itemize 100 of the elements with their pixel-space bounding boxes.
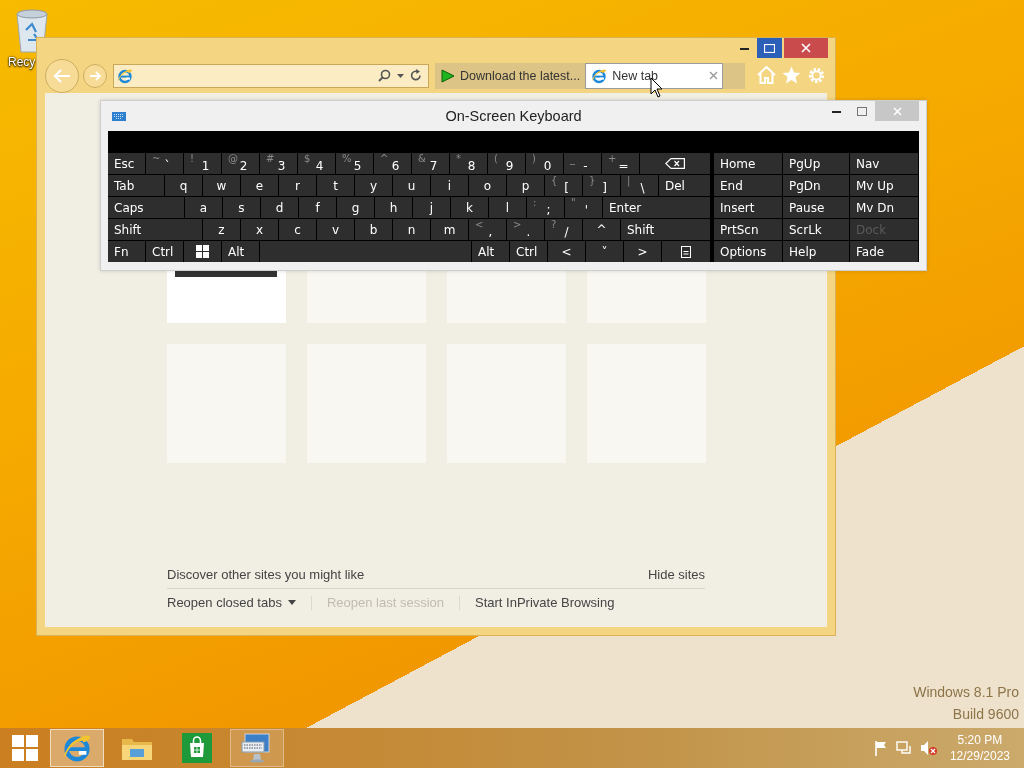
menu-key[interactable] — [662, 241, 710, 262]
key[interactable]: End — [714, 175, 782, 196]
key[interactable]: x — [241, 219, 278, 240]
key[interactable]: m — [431, 219, 468, 240]
back-button[interactable] — [45, 58, 79, 93]
key[interactable]: # 3 — [260, 153, 297, 174]
key[interactable]: > — [624, 241, 661, 262]
key[interactable]: p — [507, 175, 544, 196]
key[interactable]: u — [393, 175, 430, 196]
flag-icon[interactable] — [873, 740, 888, 756]
key[interactable]: t — [317, 175, 354, 196]
key[interactable]: < — [548, 241, 585, 262]
key[interactable]: & 7 — [412, 153, 449, 174]
page-link[interactable]: Start InPrivate Browsing — [475, 595, 615, 610]
taskbar-button[interactable] — [230, 729, 284, 767]
key[interactable]: y — [355, 175, 392, 196]
key[interactable]: j — [413, 197, 450, 218]
key[interactable]: w — [203, 175, 240, 196]
key[interactable]: s — [223, 197, 260, 218]
key[interactable]: < , — [469, 219, 506, 240]
key[interactable]: > . — [507, 219, 544, 240]
key[interactable]: * 8 — [450, 153, 487, 174]
key[interactable]: Nav — [850, 153, 918, 174]
key[interactable]: @2 — [222, 153, 259, 174]
hide-sites-link[interactable]: Hide sites — [647, 567, 705, 582]
search-icon[interactable] — [378, 69, 391, 82]
key[interactable]: ! 1 — [184, 153, 221, 174]
close-button[interactable] — [784, 38, 828, 58]
forward-button[interactable] — [83, 63, 107, 88]
browser-tab[interactable]: New tab — [585, 62, 724, 89]
home-icon[interactable] — [757, 66, 776, 84]
key[interactable]: Fade — [850, 241, 918, 262]
caret-icon[interactable] — [397, 73, 404, 78]
key[interactable]: Options — [714, 241, 782, 262]
key[interactable]: Help — [783, 241, 849, 262]
key[interactable]: _ - — [564, 153, 601, 174]
key[interactable]: % 5 — [336, 153, 373, 174]
key[interactable]: f — [299, 197, 336, 218]
key[interactable]: ScrLk — [783, 219, 849, 240]
key[interactable]: k — [451, 197, 488, 218]
key[interactable]: Alt — [472, 241, 509, 262]
page-link[interactable]: Reopen closed tabs — [167, 595, 296, 610]
key[interactable]: Mv Dn — [850, 197, 918, 218]
key[interactable]: l — [489, 197, 526, 218]
key[interactable]: PgDn — [783, 175, 849, 196]
key[interactable]: ˅ — [586, 241, 623, 262]
key[interactable]: + = — [602, 153, 639, 174]
key[interactable]: " ' — [565, 197, 602, 218]
key[interactable]: Ctrl — [146, 241, 183, 262]
key[interactable]: } ] — [583, 175, 620, 196]
taskbar-button[interactable] — [50, 729, 104, 767]
key[interactable]: | \ — [621, 175, 658, 196]
browser-tab[interactable]: Download the latest... — [435, 62, 586, 89]
key[interactable]: g — [337, 197, 374, 218]
key[interactable]: Fn — [108, 241, 145, 262]
key[interactable]: h — [375, 197, 412, 218]
network-icon[interactable] — [895, 740, 912, 756]
key[interactable]: Caps — [108, 197, 184, 218]
key[interactable]: Enter — [603, 197, 710, 218]
key[interactable]: z — [203, 219, 240, 240]
muted-speaker-icon[interactable] — [919, 740, 938, 756]
key[interactable]: Tab — [108, 175, 164, 196]
key[interactable]: b — [355, 219, 392, 240]
key[interactable]: n — [393, 219, 430, 240]
key[interactable]: v — [317, 219, 354, 240]
key[interactable]: Pause — [783, 197, 849, 218]
backspace-key[interactable] — [640, 153, 710, 174]
key[interactable]: q — [165, 175, 202, 196]
key[interactable]: ) 0 — [526, 153, 563, 174]
key[interactable]: ^ — [583, 219, 620, 240]
key[interactable]: a — [185, 197, 222, 218]
key[interactable]: ( 9 — [488, 153, 525, 174]
key[interactable]: PgUp — [783, 153, 849, 174]
key[interactable]: d — [261, 197, 298, 218]
key[interactable]: : ; — [527, 197, 564, 218]
maximize-button[interactable] — [757, 38, 782, 58]
key[interactable]: Ctrl — [510, 241, 547, 262]
key[interactable]: ^ 6 — [374, 153, 411, 174]
key[interactable]: e — [241, 175, 278, 196]
key[interactable]: o — [469, 175, 506, 196]
key[interactable]: { [ — [545, 175, 582, 196]
key[interactable]: Alt — [222, 241, 259, 262]
star-icon[interactable] — [782, 66, 801, 84]
key[interactable]: $ 4 — [298, 153, 335, 174]
key[interactable]: ~ ` — [146, 153, 183, 174]
key[interactable]: Shift — [108, 219, 202, 240]
key[interactable]: c — [279, 219, 316, 240]
key[interactable]: Home — [714, 153, 782, 174]
key[interactable]: Del — [659, 175, 710, 196]
close-tab-icon[interactable] — [709, 71, 719, 80]
windows-key[interactable] — [184, 241, 221, 262]
key[interactable]: PrtScn — [714, 219, 782, 240]
address-field[interactable] — [113, 63, 429, 88]
key[interactable]: Shift — [621, 219, 710, 240]
refresh-icon[interactable] — [410, 69, 422, 82]
key[interactable]: ? / — [545, 219, 582, 240]
key[interactable]: Mv Up — [850, 175, 918, 196]
key[interactable]: Esc — [108, 153, 145, 174]
key[interactable]: i — [431, 175, 468, 196]
settings-icon[interactable] — [807, 66, 826, 85]
